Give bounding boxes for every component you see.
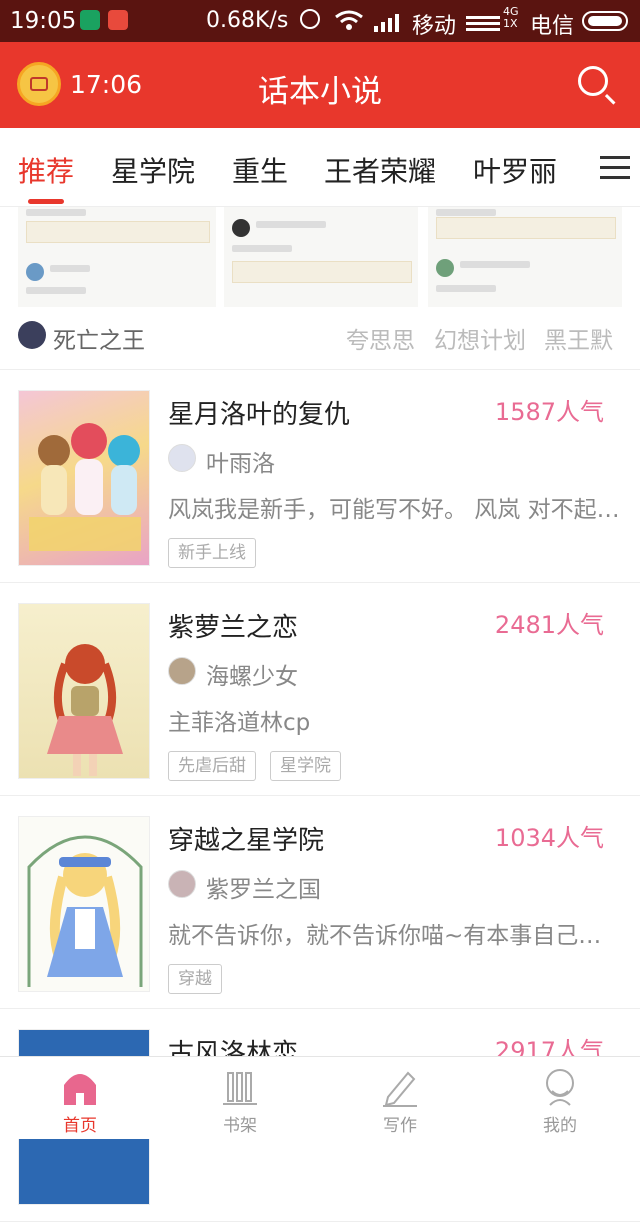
network-speed: 0.68K/s: [206, 8, 289, 33]
status-time: 19:05: [10, 8, 77, 34]
pen-icon: [383, 1071, 417, 1107]
search-icon[interactable]: [578, 66, 608, 96]
book-popularity: 1587人气: [494, 398, 604, 426]
book-list-item[interactable]: 紫萝兰之恋 2481人气 海螺少女 主菲洛道林cp 先虐后甜 星学院: [0, 583, 640, 796]
nav-me[interactable]: 我的: [480, 1057, 640, 1139]
tab-star-academy[interactable]: 星学院: [111, 150, 195, 190]
tab-honor-of-kings[interactable]: 王者荣耀: [324, 150, 436, 190]
book-cover: [18, 816, 150, 992]
author-link[interactable]: 黑王默: [544, 321, 613, 355]
tab-ye-luo-li[interactable]: 叶罗丽: [473, 150, 557, 190]
book-description: 风岚我是新手，可能写不好。 风岚 对不起大家: [168, 497, 620, 523]
wechat-app-icon: [108, 10, 128, 30]
wifi-icon: [335, 10, 363, 30]
carrier-2: 电信: [530, 14, 575, 39]
book-author: 叶雨洛: [206, 451, 275, 477]
author-avatar: [168, 657, 196, 685]
status-bar: 19:05 0.68K/s 移动 4G 1X 电信: [0, 0, 640, 42]
banner-card: [428, 207, 622, 307]
author-link[interactable]: 夸思思: [346, 321, 415, 355]
book-description: 主菲洛道林cp: [168, 710, 311, 736]
nav-home[interactable]: 首页: [0, 1057, 160, 1139]
author-avatar: [168, 870, 196, 898]
book-popularity: 1034人气: [494, 824, 604, 852]
book-cover: [18, 603, 150, 779]
banner-card: [224, 207, 418, 307]
nav-bookshelf[interactable]: 书架: [160, 1057, 320, 1139]
nav-me-label: 我的: [543, 1116, 577, 1136]
book-list-item[interactable]: 星月洛叶的复仇 1587人气 叶雨洛 风岚我是新手，可能写不好。 风岚 对不起大…: [0, 370, 640, 583]
book-list-item[interactable]: 穿越之星学院 1034人气 紫罗兰之国 就不告诉你，就不告诉你喵~有本事自己来看…: [0, 796, 640, 1009]
alarm-icon: [300, 9, 320, 29]
tab-recommend[interactable]: 推荐: [18, 150, 74, 190]
book-title: 穿越之星学院: [168, 826, 325, 856]
tab-rebirth[interactable]: 重生: [232, 150, 288, 190]
author-avatar: [168, 444, 196, 472]
battery-icon: [582, 11, 628, 31]
cover-art: [29, 423, 141, 551]
signal-icon: [374, 14, 399, 32]
signal-2-icon: [466, 16, 500, 31]
nav-bookshelf-label: 书架: [223, 1116, 257, 1136]
nav-write[interactable]: 写作: [320, 1057, 480, 1139]
featured-authors-row: 死亡之王 夸思思 幻想计划 黑王默: [0, 307, 640, 370]
book-description: 就不告诉你，就不告诉你喵~有本事自己来看: [168, 923, 620, 949]
category-tabs: 推荐 星学院 重生 王者荣耀 叶罗丽: [0, 128, 640, 207]
nav-home-label: 首页: [63, 1116, 97, 1136]
active-tab-indicator: [28, 199, 64, 204]
home-icon: [64, 1074, 96, 1105]
featured-author-name[interactable]: 死亡之王: [53, 321, 145, 355]
app-title: 话本小说: [258, 74, 382, 110]
book-tag[interactable]: 先虐后甜: [168, 751, 256, 781]
cover-art: [47, 644, 123, 776]
shield-app-icon: [80, 10, 100, 30]
profile-icon: [546, 1069, 574, 1106]
book-tag[interactable]: 新手上线: [168, 538, 256, 568]
bookshelf-icon: [223, 1072, 257, 1105]
author-link[interactable]: 幻想计划: [434, 321, 526, 355]
banner-card: [18, 207, 216, 307]
book-title: 紫萝兰之恋: [168, 613, 299, 643]
book-title: 星月洛叶的复仇: [168, 400, 351, 430]
banner-carousel[interactable]: [0, 207, 640, 307]
network-type: 4G 1X: [503, 5, 519, 30]
cover-art: [27, 835, 143, 987]
bottom-navigation: 首页 书架 写作 我的: [0, 1056, 640, 1139]
nav-write-label: 写作: [383, 1116, 417, 1136]
book-author: 海螺少女: [206, 664, 298, 690]
book-popularity: 2481人气: [494, 611, 604, 639]
book-tag[interactable]: 穿越: [168, 964, 222, 994]
menu-icon[interactable]: [600, 156, 630, 180]
author-avatar[interactable]: [18, 321, 46, 349]
app-bar: 17:06 话本小说: [0, 42, 640, 128]
book-tag[interactable]: 星学院: [270, 751, 341, 781]
book-cover: [18, 390, 150, 566]
carrier-1: 移动: [412, 14, 457, 39]
book-author: 紫罗兰之国: [206, 877, 321, 903]
